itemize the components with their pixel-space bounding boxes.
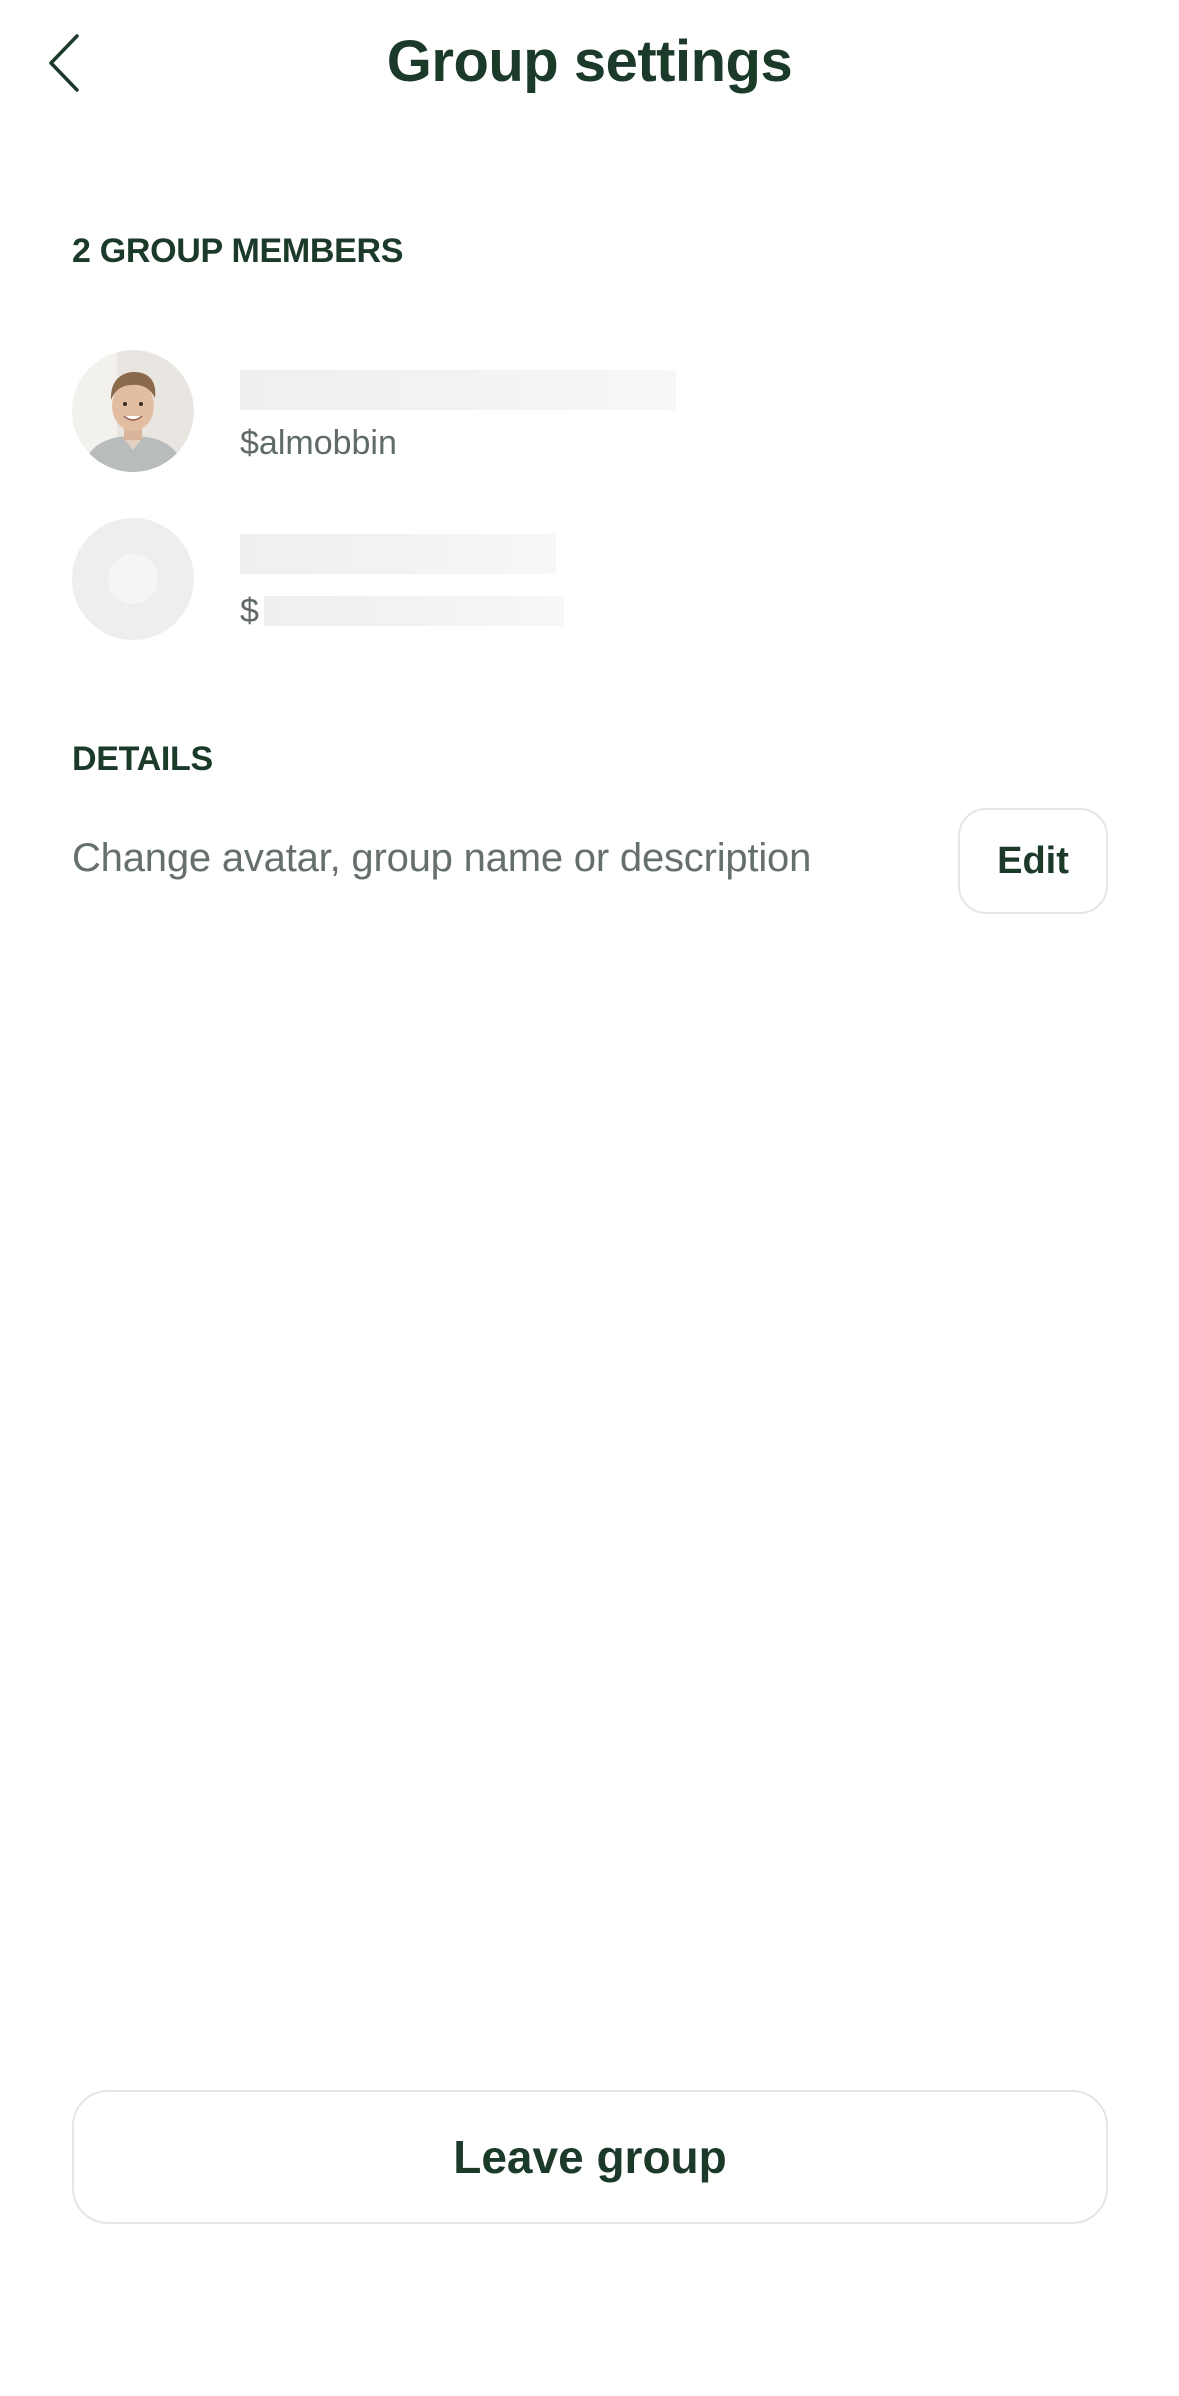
avatar-placeholder-dot	[108, 554, 158, 604]
page-title: Group settings	[386, 29, 793, 94]
leave-group-button[interactable]: Leave group	[72, 2090, 1108, 2224]
member-name-skeleton	[240, 534, 556, 574]
member-name-skeleton	[240, 370, 676, 410]
avatar-placeholder	[72, 518, 194, 640]
details-description: Change avatar, group name or description	[72, 836, 812, 880]
members-section-label: 2 GROUP MEMBERS	[72, 232, 404, 270]
member-handle: $almobbin	[240, 424, 397, 462]
member-photo	[72, 350, 194, 472]
member-handle: $	[240, 592, 259, 630]
header: Group settings	[0, 0, 1179, 130]
member-row[interactable]: $almobbin	[72, 350, 1107, 472]
avatar	[72, 350, 194, 472]
member-row[interactable]: $	[72, 518, 1107, 640]
details-section-label: DETAILS	[72, 740, 213, 778]
member-handle-skeleton	[264, 596, 564, 626]
edit-button[interactable]: Edit	[958, 808, 1108, 914]
